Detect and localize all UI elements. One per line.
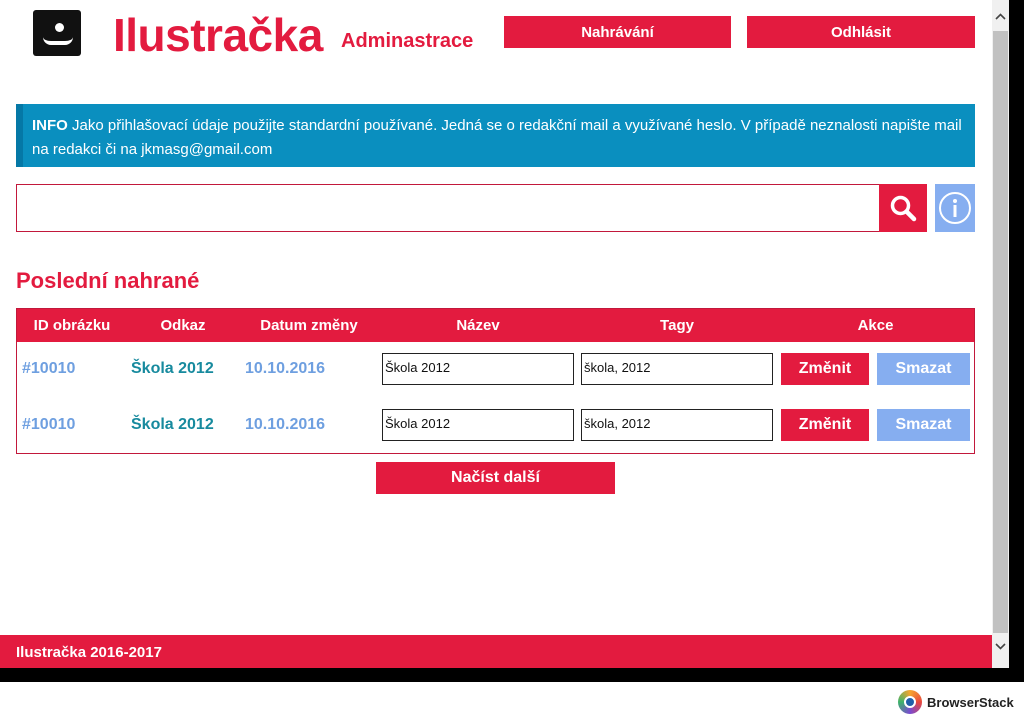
recent-table: ID obrázku Odkaz Datum změny Název Tagy … [16,308,975,454]
browserstack-logo-icon [898,690,922,714]
image-id[interactable]: #10010 [22,409,75,441]
page-viewport: Ilustračka Adminastrace Nahrávání Odhlás… [0,0,992,668]
col-actions: Akce [857,317,894,334]
scrollbar-thumb[interactable] [993,31,1008,633]
delete-button[interactable]: Smazat [877,353,970,385]
name-input[interactable]: Škola 2012 [382,409,574,441]
brand-subtitle: Adminastrace [341,30,474,52]
recent-title: Poslední nahrané [16,268,200,293]
image-link[interactable]: Škola 2012 [131,409,214,441]
name-input[interactable]: Škola 2012 [382,353,574,385]
info-text: Jako přihlašovací údaje použijte standar… [32,117,962,158]
image-link[interactable]: Škola 2012 [131,353,214,385]
vertical-scrollbar[interactable] [992,0,1009,668]
table-row: #10010 Škola 2012 10.10.2016 Škola 2012 … [17,353,974,409]
info-button[interactable] [935,184,975,232]
logout-button[interactable]: Odhlásit [747,16,975,48]
change-date: 10.10.2016 [245,360,326,377]
change-button[interactable]: Změnit [781,409,869,441]
table-header: ID obrázku Odkaz Datum změny Název Tagy … [17,309,974,342]
col-tags: Tagy [660,317,694,334]
col-name: Název [456,317,500,334]
col-date: Datum změny [260,317,358,334]
upload-button[interactable]: Nahrávání [504,16,731,48]
col-link: Odkaz [160,317,206,334]
window-border [1009,0,1024,668]
browserstack-label: BrowserStack [927,694,1014,710]
search-icon [890,195,917,222]
table-row: #10010 Škola 2012 10.10.2016 Škola 2012 … [17,409,974,465]
col-id: ID obrázku [33,317,111,334]
change-button[interactable]: Změnit [781,353,869,385]
window-border [0,668,1024,682]
image-id[interactable]: #10010 [22,353,75,385]
brand-title[interactable]: Ilustračka [113,8,323,62]
scroll-up-icon[interactable] [992,8,1009,25]
tags-input[interactable]: škola, 2012 [581,409,773,441]
tags-input[interactable]: škola, 2012 [581,353,773,385]
info-icon [939,192,971,224]
delete-button[interactable]: Smazat [877,409,970,441]
logo-icon[interactable] [33,10,81,56]
scroll-down-icon[interactable] [992,638,1009,655]
change-date: 10.10.2016 [245,416,326,433]
load-more-button[interactable]: Načíst další [376,462,615,494]
search-button[interactable] [879,184,927,232]
info-label: INFO [32,117,68,134]
footer: Ilustračka 2016-2017 [0,635,992,668]
info-banner: INFO Jako přihlašovací údaje použijte st… [16,104,975,167]
browserstack-badge: BrowserStack [898,690,1014,714]
search-input[interactable] [16,184,880,232]
